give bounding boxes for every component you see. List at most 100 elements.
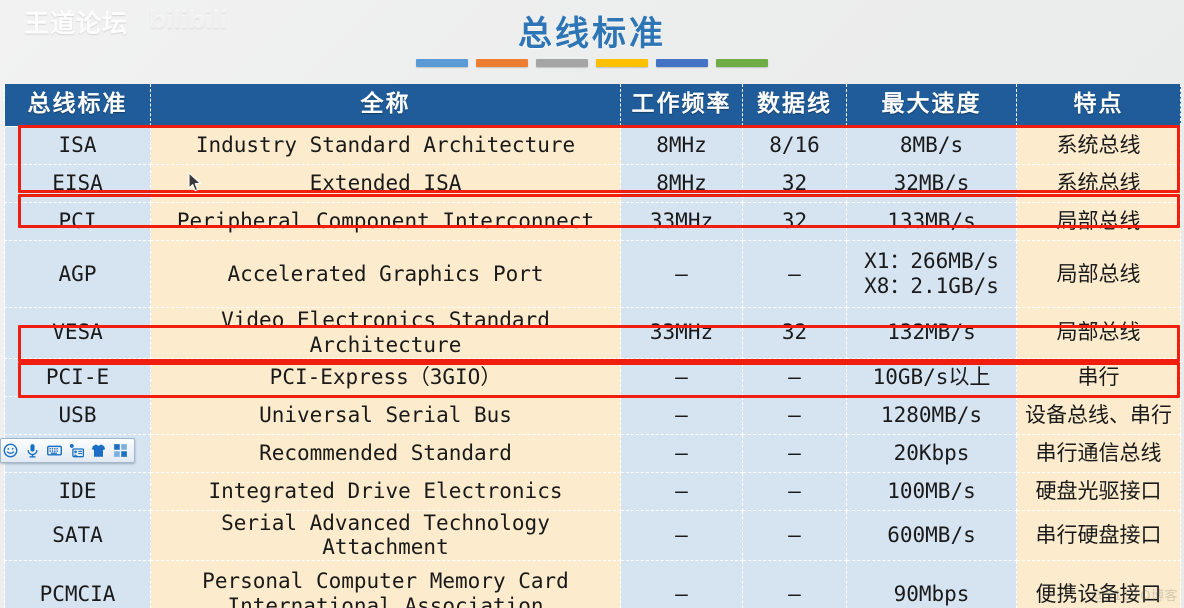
cell-note: 串行硬盘接口 [1016,510,1181,562]
cell-speed: 20Kbps [846,434,1017,473]
app-grid-icon[interactable] [113,443,128,458]
cell-name: VESA [4,307,151,359]
bus-standard-table: 总线标准 全称 工作频率 数据线 最大速度 特点 ISA Industry Sta… [4,84,1181,608]
column-header-datalines: 数据线 [742,84,847,127]
table-body: ISA Industry Standard Architecture 8MHz 8/1… [4,126,1181,608]
cell-note: 硬盘光驱接口 [1016,472,1181,511]
cell-name: ISA [4,126,151,165]
cell-speed: 132MB/s [846,307,1017,359]
cell-freq: 33MHz [620,202,743,241]
cell-freq: – [620,396,743,435]
id-card-icon[interactable] [69,443,84,458]
table-row: PCI Peripheral Component Interconnect 33MH… [4,202,1181,241]
skin-icon[interactable] [91,443,106,458]
cell-lines: 32 [742,202,847,241]
emoji-icon[interactable] [3,443,18,458]
cell-speed: 90Mbps [846,560,1017,608]
cell-lines: – [742,560,847,608]
cell-full: Universal Serial Bus [150,396,621,435]
decor-bar-6 [716,59,768,67]
cell-full: Recommended Standard [150,434,621,473]
cell-lines: – [742,240,847,308]
cell-speed: 600MB/s [846,510,1017,562]
column-header-maxspeed: 最大速度 [846,84,1017,127]
cell-freq: – [620,510,743,562]
cell-freq: – [620,434,743,473]
cell-note: 局部总线 [1016,202,1181,241]
cell-freq: 8MHz [620,126,743,165]
cell-speed: X1：266MB/s X8：2.1GB/s [846,240,1017,308]
voice-input-icon[interactable] [25,443,40,458]
cell-freq: – [620,472,743,511]
soft-keyboard-icon[interactable] [47,443,62,458]
decor-bar-3 [536,59,588,67]
cell-note: 系统总线 [1016,126,1181,165]
table-row: VESA Video Electronics Standard Architect… [4,307,1181,359]
table-row: ISA Industry Standard Architecture 8MHz 8/1… [4,126,1181,165]
cell-speed: 8MB/s [846,126,1017,165]
cell-full: Peripheral Component Interconnect [150,202,621,241]
cell-lines: 32 [742,164,847,203]
cell-note: 局部总线 [1016,307,1181,359]
cell-lines: – [742,434,847,473]
cell-note: 系统总线 [1016,164,1181,203]
cell-name: PCI-E [4,358,151,397]
cell-full: PCI-Express（3GIO） [150,358,621,397]
column-header-fullname: 全称 [150,84,621,127]
cell-speed: 133MB/s [846,202,1017,241]
cell-freq: – [620,560,743,608]
page-title: 总线标准 [518,14,666,54]
table-header-row: 总线标准 全称 工作频率 数据线 最大速度 特点 [4,84,1181,127]
ime-floating-toolbar[interactable] [0,438,135,463]
cell-lines: – [742,358,847,397]
table-row: IDE Integrated Drive Electronics – –100MB/s… [4,472,1181,511]
decor-bar-5 [656,59,708,67]
cell-name: SATA [4,510,151,562]
table-row: SATA Serial Advanced Technology Attachmen… [4,510,1181,562]
cell-lines: 8/16 [742,126,847,165]
cell-freq: – [620,240,743,308]
table-row: RS-232CRecommended Standard––20Kbps串行通信总… [4,434,1181,473]
decor-bar-2 [476,59,528,67]
cell-note: 串行通信总线 [1016,434,1181,473]
column-header-standard: 总线标准 [4,84,151,127]
slide-canvas: 王道论坛 bilibili 总线标准 总线标准 全称 工作频率 数据线 最大速度… [0,0,1184,608]
table-row: AGP Accelerated Graphics Port – – X1：266MB/s… [4,240,1181,308]
cell-lines: – [742,472,847,511]
bus-standard-table-wrapper: 总线标准 全称 工作频率 数据线 最大速度 特点 ISA Industry Sta… [4,84,1181,608]
cell-full: Industry Standard Architecture [150,126,621,165]
cell-full: Serial Advanced Technology Attachment [150,510,621,562]
cell-speed: 32MB/s [846,164,1017,203]
cell-full: Integrated Drive Electronics [150,472,621,511]
cell-name: IDE [4,472,151,511]
table-row: PCMCIA Personal Computer Memory Card Inter… [4,560,1181,608]
cell-note: 设备总线、串行 [1016,396,1181,435]
cell-note: 局部总线 [1016,240,1181,308]
column-header-frequency: 工作频率 [620,84,743,127]
cell-full: Video Electronics Standard Architecture [150,307,621,359]
cell-name: PCI [4,202,151,241]
cell-full: Accelerated Graphics Port [150,240,621,308]
cell-lines: – [742,396,847,435]
decor-color-bars [0,59,1184,67]
cell-freq: 8MHz [620,164,743,203]
cell-name: PCMCIA [4,560,151,608]
cell-name: USB [4,396,151,435]
cell-full: Extended ISA [150,164,621,203]
cell-name: AGP [4,240,151,308]
cell-note: 串行 [1016,358,1181,397]
decor-bar-1 [416,59,468,67]
cell-full: Personal Computer Memory Card Internation… [150,560,621,608]
cell-speed: 10GB/s以上 [846,358,1017,397]
decor-bar-4 [596,59,648,67]
cell-speed: 100MB/s [846,472,1017,511]
table-row: EISA Extended ISA 8MHz 32 32MB/s 系统总线 [4,164,1181,203]
cell-lines: – [742,510,847,562]
table-row: PCI-E PCI-Express（3GIO） – –10GB/s以上 串行 [4,358,1181,397]
cell-lines: 32 [742,307,847,359]
cell-freq: – [620,358,743,397]
cell-speed: 1280MB/s [846,396,1017,435]
column-header-features: 特点 [1016,84,1181,127]
table-row: USB Universal Serial Bus – –1280MB/s 设备总线、串行 [4,396,1181,435]
site-watermark: @51CTO博客 [1091,589,1178,604]
